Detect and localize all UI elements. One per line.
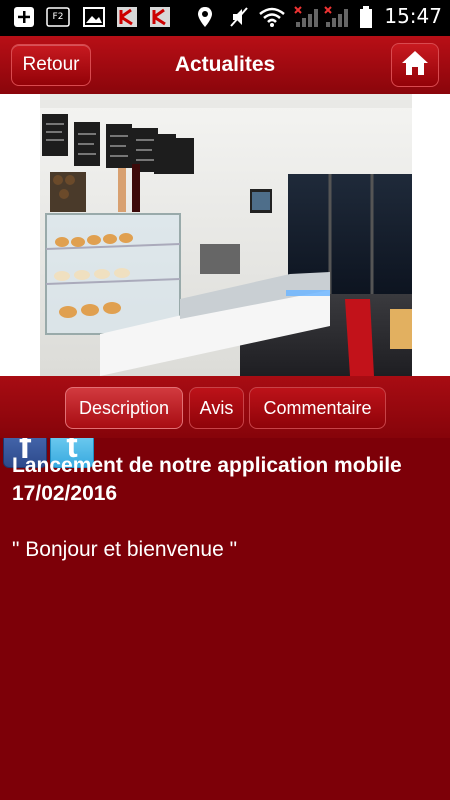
article-body: " Bonjour et bienvenue " (12, 538, 238, 561)
home-button[interactable] (391, 43, 439, 87)
app-icon (148, 6, 172, 28)
app-icon (115, 6, 139, 28)
image-icon (82, 6, 106, 28)
tab-commentaire[interactable]: Commentaire (249, 387, 386, 429)
wifi-icon (258, 6, 286, 28)
f2-icon: F2 (46, 6, 70, 28)
signal-icon (324, 6, 350, 28)
location-icon (195, 6, 215, 28)
status-time: 15:47 (384, 4, 442, 28)
back-button[interactable]: Retour (11, 44, 91, 86)
mute-icon (228, 6, 250, 28)
home-icon (400, 49, 430, 81)
f2-label: F2 (52, 12, 64, 22)
status-bar: F2 15:47 (0, 0, 450, 36)
article-title: Lancement de notre application mobile 17… (12, 454, 402, 505)
bakery-counter-photo (40, 94, 412, 376)
page-title: Actualites (174, 53, 276, 76)
photo-area: f t (0, 94, 450, 468)
battery-icon (358, 6, 374, 28)
tab-bar: Description Avis Commentaire (0, 376, 450, 438)
article-content: Lancement de notre application mobile 17… (12, 452, 438, 564)
tab-description[interactable]: Description (65, 387, 183, 429)
add-notification-icon (12, 6, 36, 28)
header-bar: Retour Actualites (0, 36, 450, 94)
signal-icon (294, 6, 320, 28)
tab-avis[interactable]: Avis (189, 387, 244, 429)
